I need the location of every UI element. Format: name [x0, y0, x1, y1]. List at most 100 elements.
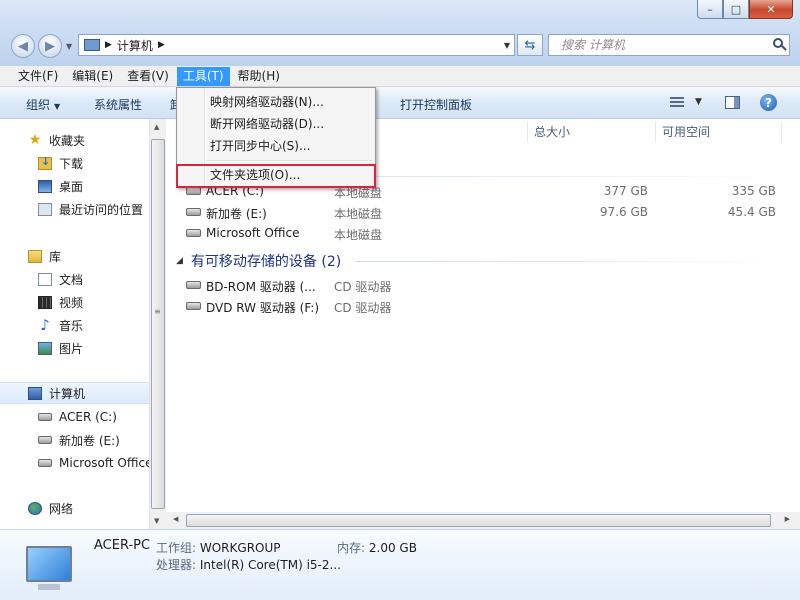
menu-file[interactable]: 文件(F) [12, 67, 64, 86]
processor-info: 处理器: Intel(R) Core(TM) i5-2... [156, 556, 341, 573]
column-header-free-space[interactable]: 可用空间 [662, 119, 710, 146]
drive-name: 新加卷 (E:) [206, 207, 267, 221]
scroll-right-icon[interactable]: ▶ [785, 515, 790, 523]
optical-drive-icon [186, 281, 201, 289]
title-bar: – □ ✕ ◀ ▶ ▼ ▶ 计算机 ▶ ▼ ⇆ [0, 0, 800, 66]
sidebar-item-network[interactable]: 网络 [0, 497, 149, 519]
sidebar-item-computer[interactable]: 计算机 [0, 382, 149, 404]
organize-button[interactable]: 组织 ▼ [26, 96, 60, 113]
drive-row[interactable]: 新加卷 (E:) 本地磁盘 97.6 GB 45.4 GB [186, 201, 786, 223]
menu-help[interactable]: 帮助(H) [232, 67, 286, 86]
sidebar-item-label: 库 [49, 249, 62, 264]
arrow-right-icon: ▶ [45, 38, 55, 54]
sidebar-item-label: 图片 [59, 341, 84, 356]
menu-item-map-network-drive[interactable]: 映射网络驱动器(N)... [210, 91, 324, 113]
refresh-button[interactable]: ⇆ [517, 34, 543, 56]
sidebar-item-drive-e[interactable]: 新加卷 (E:) [0, 429, 149, 451]
organize-label: 组织 [26, 98, 51, 112]
sidebar-item-music[interactable]: ♪ 音乐 [0, 314, 149, 336]
window-controls: – □ ✕ [697, 0, 793, 20]
sidebar-item-recent-places[interactable]: 最近访问的位置 [0, 198, 149, 220]
content-horizontal-scrollbar[interactable]: ◀ ▶ [166, 512, 800, 529]
menu-separator [207, 160, 373, 162]
video-icon [38, 295, 52, 309]
computer-icon [28, 386, 42, 400]
maximize-button[interactable]: □ [723, 0, 749, 19]
sidebar-item-label: 网络 [49, 501, 74, 516]
download-folder-icon [38, 155, 52, 170]
sidebar-item-label: 视频 [59, 295, 84, 310]
recent-pages-dropdown[interactable]: ▼ [66, 42, 72, 51]
sidebar-item-desktop[interactable]: 桌面 [0, 175, 149, 197]
menu-bar: 文件(F) 编辑(E) 查看(V) 工具(T) 帮助(H) [0, 66, 800, 87]
document-icon [38, 272, 52, 286]
chevron-down-icon: ▼ [54, 102, 61, 111]
menu-view[interactable]: 查看(V) [121, 67, 175, 86]
computer-name: ACER-PC [94, 538, 151, 553]
address-dropdown-icon[interactable]: ▼ [504, 41, 510, 50]
column-header-total-size[interactable]: 总大小 [534, 119, 570, 146]
help-icon[interactable]: ? [760, 94, 777, 111]
sidebar-item-label: 文档 [59, 272, 84, 287]
column-divider[interactable] [527, 122, 528, 142]
preview-pane-icon[interactable] [725, 96, 740, 109]
scrollbar-thumb[interactable] [186, 514, 771, 527]
view-options-icon[interactable] [670, 97, 684, 108]
drive-icon [186, 208, 201, 216]
sidebar-item-pictures[interactable]: 图片 [0, 337, 149, 359]
search-icon[interactable] [773, 38, 783, 48]
sidebar-item-downloads[interactable]: 下载 [0, 152, 149, 174]
sidebar-item-microsoft-office[interactable]: Microsoft Office [0, 452, 149, 474]
breadcrumb-computer[interactable]: 计算机 [117, 37, 153, 54]
view-dropdown-icon[interactable]: ▼ [695, 97, 702, 107]
column-divider[interactable] [655, 122, 656, 142]
search-input[interactable] [559, 37, 763, 53]
menu-item-open-sync-center[interactable]: 打开同步中心(S)... [210, 135, 310, 157]
drive-icon [38, 436, 52, 444]
sidebar-item-label: 最近访问的位置 [59, 202, 144, 217]
breadcrumb-arrow-icon[interactable]: ▶ [105, 40, 112, 50]
column-divider[interactable] [781, 122, 782, 142]
drive-type: 本地磁盘 [334, 228, 383, 242]
scrollbar-thumb[interactable] [151, 139, 165, 509]
folder-options-highlight [176, 164, 376, 188]
address-bar[interactable]: ▶ 计算机 ▶ ▼ [78, 34, 515, 56]
memory-info: 内存: 2.00 GB [337, 539, 417, 556]
scroll-left-icon[interactable]: ◀ [173, 515, 178, 523]
sidebar-item-documents[interactable]: 文档 [0, 268, 149, 290]
drive-row[interactable]: DVD RW 驱动器 (F:) CD 驱动器 [186, 295, 786, 317]
network-icon [28, 501, 42, 515]
sidebar-item-favorites[interactable]: ★ 收藏夹 [0, 129, 149, 151]
sidebar-item-libraries[interactable]: 库 [0, 245, 149, 267]
drive-row[interactable]: BD-ROM 驱动器 (... CD 驱动器 [186, 274, 786, 296]
menu-tools[interactable]: 工具(T) [176, 66, 230, 86]
open-control-panel-button[interactable]: 打开控制面板 [400, 96, 472, 113]
drive-type: CD 驱动器 [334, 301, 392, 315]
sidebar-item-drive-c[interactable]: ACER (C:) [0, 406, 149, 428]
forward-button[interactable]: ▶ [38, 34, 62, 58]
drive-total-size: 377 GB [603, 184, 648, 198]
close-button[interactable]: ✕ [749, 0, 793, 19]
search-box[interactable] [548, 34, 790, 56]
library-icon [28, 249, 42, 263]
memory-value: 2.00 GB [368, 541, 417, 555]
system-properties-button[interactable]: 系统属性 [94, 96, 142, 113]
scroll-up-icon[interactable]: ▲ [154, 123, 159, 131]
desktop-icon [38, 179, 52, 193]
sidebar-item-label: Microsoft Office [59, 456, 149, 470]
sidebar-scrollbar[interactable]: ▲ ≡ ▼ [149, 119, 166, 529]
sidebar-item-videos[interactable]: 视频 [0, 291, 149, 313]
scroll-down-icon[interactable]: ▼ [154, 517, 159, 525]
workgroup-info: 工作组: WORKGROUP [156, 539, 281, 556]
collapse-arrow-icon[interactable]: ◢ [176, 256, 183, 266]
minimize-button[interactable]: – [697, 0, 723, 19]
drive-row[interactable]: Microsoft Office 本地磁盘 [186, 222, 786, 244]
menu-edit[interactable]: 编辑(E) [66, 67, 119, 86]
recent-places-icon [38, 202, 52, 216]
back-button[interactable]: ◀ [11, 34, 35, 58]
drive-type: 本地磁盘 [334, 207, 383, 221]
group-header-removable[interactable]: ◢ 有可移动存储的设备 (2) [176, 251, 341, 271]
breadcrumb-arrow-icon[interactable]: ▶ [158, 40, 165, 50]
drive-type: CD 驱动器 [334, 280, 392, 294]
menu-item-disconnect-network-drive[interactable]: 断开网络驱动器(D)... [210, 113, 324, 135]
